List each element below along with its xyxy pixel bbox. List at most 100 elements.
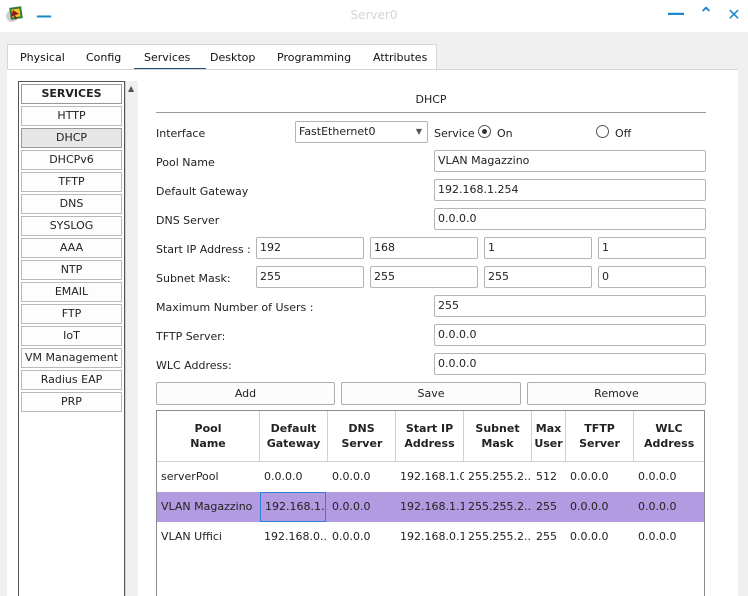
cell-dns-server: 0.0.0.0 [332,470,371,483]
dhcp-divider [156,112,706,113]
table-row[interactable]: VLAN Uffici 192.168.0.... 0.0.0.0 192.16… [157,522,704,552]
sidebar-item-iot[interactable]: IoT [21,326,122,346]
cell-wlc-address: 0.0.0.0 [638,500,677,513]
save-button[interactable]: Save [341,382,521,405]
dns-server-input[interactable]: 0.0.0.0 [434,208,706,230]
column-header-subnet-mask[interactable]: Subnet Mask [464,411,532,462]
column-header-max-user[interactable]: Max User [532,411,566,462]
maximize-button[interactable]: ⌃ [696,4,716,25]
panel-scrollbar[interactable] [738,69,748,596]
tab-physical[interactable]: Physical [20,51,65,64]
cell-max-user: 512 [536,470,557,483]
subnet-mask-octet-2[interactable]: 255 [370,266,478,288]
cell-pool-name: VLAN Uffici [161,530,222,543]
default-gateway-input[interactable]: 192.168.1.254 [434,179,706,201]
cell-tftp-server: 0.0.0.0 [570,530,609,543]
max-users-label: Maximum Number of Users : [156,301,314,314]
sidebar-item-dhcpv6[interactable]: DHCPv6 [21,150,122,170]
tab-bar: Physical Config Services Desktop Program… [7,44,437,71]
subnet-mask-octet-1[interactable]: 255 [256,266,364,288]
sidebar-item-prp[interactable]: PRP [21,392,122,412]
start-ip-label: Start IP Address : [156,243,251,256]
dns-server-label: DNS Server [156,214,220,227]
column-header-wlc-address[interactable]: WLC Address [634,411,704,462]
service-off-label: Off [615,127,632,140]
sidebar-item-tftp[interactable]: TFTP [21,172,122,192]
column-header-tftp-server[interactable]: TFTP Server [566,411,634,462]
cell-max-user: 255 [536,500,557,513]
sidebar-item-dhcp[interactable]: DHCP [21,128,122,148]
sidebar-item-dns[interactable]: DNS [21,194,122,214]
cell-dns-server: 0.0.0.0 [332,500,371,513]
pool-name-label: Pool Name [156,156,215,169]
tab-config[interactable]: Config [86,51,121,64]
start-ip-octet-1[interactable]: 192 [256,237,364,259]
table-row[interactable]: serverPool 0.0.0.0 0.0.0.0 192.168.1.0 2… [157,462,704,492]
services-sidebar: SERVICES HTTP DHCP DHCPv6 TFTP DNS SYSLO… [18,81,125,596]
tab-attributes[interactable]: Attributes [373,51,427,64]
max-users-input[interactable]: 255 [434,295,706,317]
add-button[interactable]: Add [156,382,335,405]
interface-select[interactable]: FastEthernet0 ▼ [295,121,428,143]
minimize-button[interactable]: — [666,3,686,24]
close-button[interactable]: ✕ [724,5,744,24]
column-header-default-gateway[interactable]: Default Gateway [260,411,328,462]
cell-max-user: 255 [536,530,557,543]
window-title: Server0 [350,8,398,22]
subnet-mask-label: Subnet Mask: [156,272,231,285]
cell-default-gateway: 0.0.0.0 [264,470,303,483]
column-header-dns-server[interactable]: DNS Server [328,411,396,462]
table-row-selected[interactable]: VLAN Magazzino 192.168.1.... 0.0.0.0 192… [157,492,704,522]
cell-wlc-address: 0.0.0.0 [638,470,677,483]
service-on-label: On [497,127,513,140]
service-off-radio[interactable] [596,125,609,138]
title-bar: — Server0 — ⌃ ✕ [0,0,748,32]
cell-tftp-server: 0.0.0.0 [570,470,609,483]
cell-tftp-server: 0.0.0.0 [570,500,609,513]
sidebar-item-aaa[interactable]: AAA [21,238,122,258]
cell-pool-name: serverPool [161,470,219,483]
cell-start-ip: 192.168.1.1 [400,500,464,513]
sidebar-item-http[interactable]: HTTP [21,106,122,126]
column-header-start-ip[interactable]: Start IP Address [396,411,464,462]
chevron-down-icon: ▼ [415,127,422,136]
sidebar-scrollbar[interactable]: ▲ [125,81,138,596]
tftp-server-label: TFTP Server: [156,330,226,343]
cell-wlc-address: 0.0.0.0 [638,530,677,543]
cell-start-ip: 192.168.0.1 [400,530,464,543]
start-ip-octet-2[interactable]: 168 [370,237,478,259]
cell-pool-name: VLAN Magazzino [161,500,253,513]
sidebar-item-ntp[interactable]: NTP [21,260,122,280]
default-gateway-label: Default Gateway [156,185,249,198]
sidebar-item-ftp[interactable]: FTP [21,304,122,324]
cell-default-gateway: 192.168.0.... [264,530,328,543]
sidebar-item-email[interactable]: EMAIL [21,282,122,302]
dhcp-pool-table: Pool Name Default Gateway DNS Server Sta… [156,410,705,596]
sidebar-item-syslog[interactable]: SYSLOG [21,216,122,236]
service-label: Service [434,127,475,140]
dhcp-title: DHCP [415,93,447,106]
interface-label: Interface [156,127,206,140]
service-on-radio[interactable] [478,125,491,138]
tftp-server-input[interactable]: 0.0.0.0 [434,324,706,346]
start-ip-octet-4[interactable]: 1 [598,237,706,259]
cell-dns-server: 0.0.0.0 [332,530,371,543]
sidebar-item-vm-management[interactable]: VM Management [21,348,122,368]
cell-subnet-mask: 255.255.2... [468,500,532,513]
tab-programming[interactable]: Programming [277,51,351,64]
column-header-pool-name[interactable]: Pool Name [157,411,260,462]
cell-start-ip: 192.168.1.0 [400,470,464,483]
subnet-mask-octet-3[interactable]: 255 [484,266,592,288]
tab-desktop[interactable]: Desktop [210,51,255,64]
scroll-up-arrow-icon[interactable]: ▲ [128,84,134,93]
cell-default-gateway-focused[interactable]: 192.168.1.... [260,492,326,522]
start-ip-octet-3[interactable]: 1 [484,237,592,259]
wlc-address-label: WLC Address: [156,359,232,372]
pool-name-input[interactable]: VLAN Magazzino [434,150,706,172]
subnet-mask-octet-4[interactable]: 0 [598,266,706,288]
remove-button[interactable]: Remove [527,382,706,405]
sidebar-item-radius-eap[interactable]: Radius EAP [21,370,122,390]
tab-services[interactable]: Services [133,51,207,71]
cell-subnet-mask: 255.255.2... [468,530,532,543]
wlc-address-input[interactable]: 0.0.0.0 [434,353,706,375]
